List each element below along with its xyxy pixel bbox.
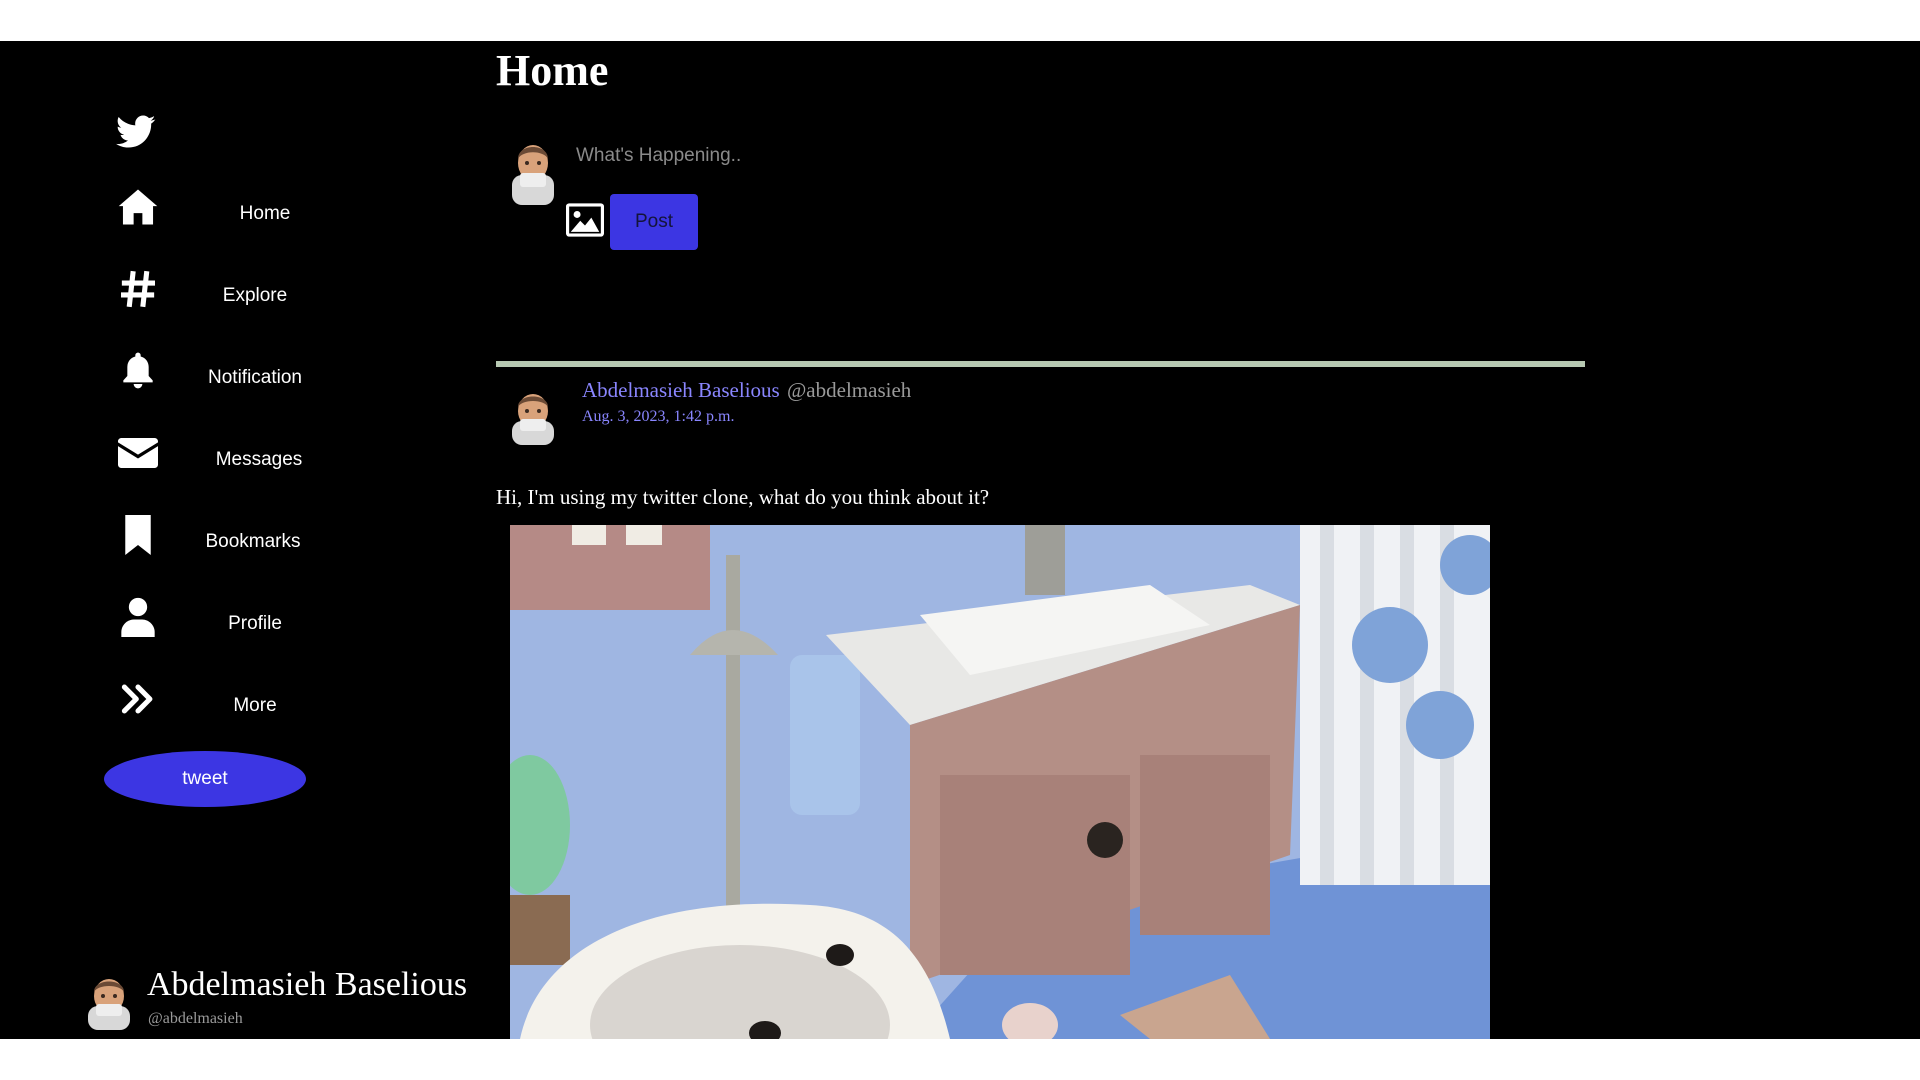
double-chevron-right-icon [116,677,160,721]
avatar [510,139,556,210]
bookmark-icon [116,513,160,557]
main-feed: Home Post [496,41,1586,1039]
sidebar-item-notification[interactable]: Notification [110,349,330,409]
bell-icon [116,349,160,393]
sidebar: Home Explore Notification Messages Bookm… [0,41,490,1039]
account-switcher[interactable]: Abdelmasieh Baselious @abdelmasieh [86,966,486,1036]
sidebar-item-messages[interactable]: Messages [110,431,330,491]
account-name: Abdelmasieh Baselious [147,966,468,1003]
sidebar-item-profile[interactable]: Profile [110,595,330,655]
sidebar-item-label: Bookmarks [205,531,301,552]
tweet-button[interactable]: tweet [104,751,306,807]
post-author-link[interactable]: Abdelmasieh Baselious [582,378,780,402]
sidebar-item-home[interactable]: Home [110,185,330,245]
sidebar-item-label: Profile [228,613,282,634]
post-image[interactable] [510,525,1490,1039]
sidebar-item-explore[interactable]: Explore [110,267,330,327]
home-icon [116,185,160,229]
post-handle: @abdelmasieh [786,378,912,402]
avatar [86,974,132,1035]
feed-divider [496,361,1585,367]
sidebar-item-label: Messages [215,449,303,470]
sidebar-item-label: Notification [208,367,302,388]
post-text: Hi, I'm using my twitter clone, what do … [496,485,990,509]
post-header: Abdelmasieh Baselious @abdelmasieh [582,378,911,403]
hashtag-icon [116,267,160,311]
post-button[interactable]: Post [610,194,698,250]
post-timestamp: Aug. 3, 2023, 1:42 p.m. [582,408,735,425]
sidebar-item-label: Home [239,203,291,224]
sidebar-item-more[interactable]: More [110,677,330,737]
app-viewport: Home Explore Notification Messages Bookm… [0,41,1920,1039]
envelope-icon [116,431,160,475]
sidebar-item-bookmarks[interactable]: Bookmarks [110,513,330,573]
image-icon[interactable] [566,203,604,237]
page-title: Home [496,46,609,95]
sidebar-item-label: More [233,695,277,716]
twitter-bird-icon[interactable] [116,115,156,155]
compose-tweet-input[interactable] [574,137,1078,175]
account-handle: @abdelmasieh [148,1010,243,1027]
user-icon [116,595,160,639]
sidebar-item-label: Explore [222,285,288,306]
avatar [510,389,556,450]
